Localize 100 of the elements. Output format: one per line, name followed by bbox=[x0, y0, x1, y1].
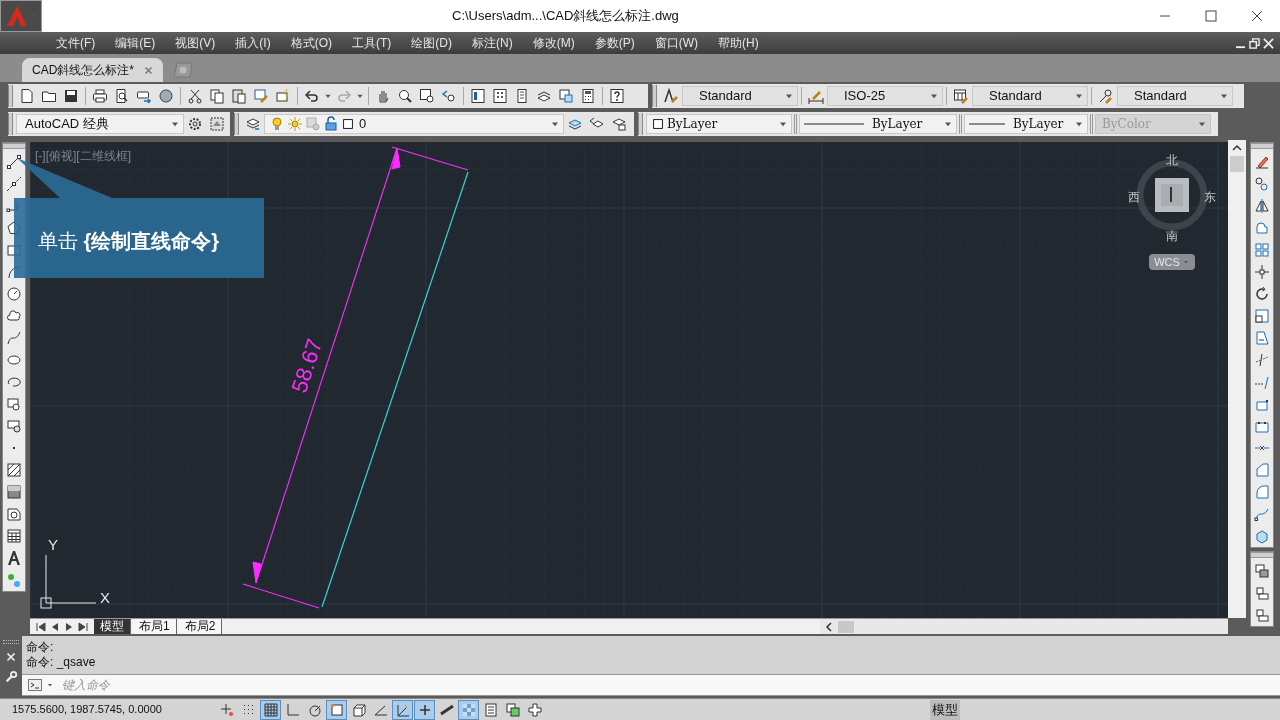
table-icon[interactable] bbox=[6, 528, 22, 544]
array-icon[interactable] bbox=[1254, 242, 1270, 258]
cloud-icon[interactable] bbox=[6, 308, 22, 324]
circles-icon[interactable] bbox=[1254, 176, 1270, 192]
first-tab-icon[interactable] bbox=[34, 619, 48, 634]
toolbar-grip[interactable] bbox=[8, 85, 13, 107]
layout-tab[interactable]: 布局2 bbox=[178, 619, 223, 634]
close-icon[interactable] bbox=[1249, 8, 1265, 24]
insert-block-icon[interactable] bbox=[6, 396, 22, 412]
linetype-dropdown[interactable]: ByLayer bbox=[799, 114, 957, 134]
vertical-scrollbar[interactable] bbox=[1228, 140, 1246, 618]
draw-order-front-icon[interactable] bbox=[1254, 607, 1270, 623]
lineweight-dropdown[interactable]: ByLayer bbox=[964, 114, 1088, 134]
table-style-dropdown[interactable]: Standard bbox=[972, 86, 1088, 106]
ellipse-arc-icon[interactable] bbox=[6, 374, 22, 390]
line-icon[interactable] bbox=[6, 154, 22, 170]
zoom-previous-icon[interactable] bbox=[441, 88, 457, 104]
preview-icon[interactable] bbox=[114, 88, 130, 104]
dimension-style-dropdown[interactable]: ISO-25 bbox=[827, 86, 943, 106]
layers-icon[interactable] bbox=[245, 116, 261, 132]
horizontal-scrollbar[interactable] bbox=[820, 619, 1228, 634]
restore-icon[interactable] bbox=[1249, 37, 1260, 49]
toolbar-grip[interactable] bbox=[652, 85, 657, 107]
scroll-thumb[interactable] bbox=[1230, 156, 1244, 172]
menu-item[interactable]: 绘图(D) bbox=[411, 34, 452, 52]
layout-tab[interactable]: 布局1 bbox=[133, 619, 177, 634]
document-icon[interactable] bbox=[19, 88, 35, 104]
palette-icon[interactable] bbox=[514, 88, 530, 104]
draw-order-front-icon[interactable] bbox=[1254, 585, 1270, 601]
last-tab-icon[interactable] bbox=[76, 619, 90, 634]
folder-icon[interactable] bbox=[41, 88, 57, 104]
calculator-icon[interactable] bbox=[580, 88, 596, 104]
construction-line-icon[interactable] bbox=[6, 176, 22, 192]
command-input-field[interactable]: 键入命令 bbox=[62, 676, 1280, 694]
extend-icon[interactable] bbox=[1254, 374, 1270, 390]
toolbar-grip[interactable] bbox=[1251, 143, 1273, 149]
edit-spline-icon[interactable] bbox=[1254, 506, 1270, 522]
viewcube-face[interactable] bbox=[1155, 178, 1189, 212]
toolbar-grip[interactable] bbox=[638, 113, 643, 135]
menu-item[interactable]: 工具(T) bbox=[352, 34, 392, 52]
fillet-icon[interactable] bbox=[1254, 484, 1270, 500]
hatch-icon[interactable] bbox=[6, 462, 22, 478]
menu-item[interactable]: 格式(O) bbox=[290, 34, 332, 52]
menu-item[interactable]: 参数(P) bbox=[594, 34, 635, 52]
menu-item[interactable]: 文件(F) bbox=[56, 34, 96, 52]
table-style-icon[interactable] bbox=[953, 88, 969, 104]
close-icon[interactable] bbox=[4, 650, 18, 664]
toolbar-grip[interactable] bbox=[1251, 552, 1273, 558]
rotate-icon[interactable] bbox=[1254, 286, 1270, 302]
status-toggle[interactable] bbox=[414, 699, 435, 720]
offset-icon[interactable] bbox=[1254, 220, 1270, 236]
layer-dropdown[interactable]: 0 bbox=[264, 114, 564, 134]
workspace-dropdown[interactable]: AutoCAD 经典 bbox=[16, 114, 184, 134]
gradient-icon[interactable] bbox=[6, 484, 22, 500]
toolbar-grip[interactable] bbox=[8, 113, 13, 135]
menu-item[interactable]: 标注(N) bbox=[472, 34, 513, 52]
menu-item[interactable]: 帮助(H) bbox=[718, 34, 759, 52]
panel-icon[interactable] bbox=[470, 88, 486, 104]
viewport-label[interactable]: [-][俯视][二维线框] bbox=[35, 147, 131, 165]
status-toggle[interactable] bbox=[260, 699, 281, 720]
scroll-thumb[interactable] bbox=[838, 620, 854, 633]
eraser-icon[interactable] bbox=[1254, 154, 1270, 170]
help-icon[interactable] bbox=[609, 88, 625, 104]
toolbar-grip[interactable] bbox=[234, 113, 239, 135]
maximize-icon[interactable] bbox=[1203, 8, 1219, 24]
coordinates-readout[interactable]: 1575.5600, 1987.5745, 0.0000 bbox=[0, 701, 216, 718]
explode-icon[interactable] bbox=[1254, 528, 1270, 544]
status-toggle[interactable] bbox=[458, 699, 479, 720]
toolbar-grip[interactable] bbox=[3, 143, 25, 149]
leader-style-icon[interactable] bbox=[1098, 88, 1114, 104]
mirror-icon[interactable] bbox=[1254, 198, 1270, 214]
block-edit-icon[interactable] bbox=[275, 88, 291, 104]
prompt-icon[interactable] bbox=[26, 677, 44, 693]
scale-icon[interactable] bbox=[1254, 308, 1270, 324]
leader-style-dropdown[interactable]: Standard bbox=[1117, 86, 1233, 106]
status-toggle[interactable] bbox=[326, 699, 347, 720]
plot-icon[interactable] bbox=[136, 88, 152, 104]
zoom-window-icon[interactable] bbox=[419, 88, 435, 104]
undo-icon[interactable] bbox=[304, 88, 320, 104]
document-tab[interactable]: CAD斜线怎么标注* bbox=[22, 58, 163, 82]
stretch-icon[interactable] bbox=[1254, 330, 1270, 346]
menu-item[interactable]: 修改(M) bbox=[532, 34, 575, 52]
paintbrush-icon[interactable] bbox=[253, 88, 269, 104]
menu-item[interactable]: 窗口(W) bbox=[654, 34, 698, 52]
scroll-left-icon[interactable] bbox=[823, 620, 835, 633]
menu-item[interactable]: 视图(V) bbox=[175, 34, 216, 52]
chamfer-icon[interactable] bbox=[1254, 462, 1270, 478]
command-line-bar[interactable]: 键入命令 bbox=[22, 674, 1280, 696]
copy-icon[interactable] bbox=[209, 88, 225, 104]
clipboard-icon[interactable] bbox=[231, 88, 247, 104]
status-toggle[interactable] bbox=[392, 699, 413, 720]
text-icon[interactable] bbox=[6, 550, 22, 566]
text-style-icon[interactable] bbox=[663, 88, 679, 104]
application-menu-button[interactable] bbox=[0, 0, 42, 32]
model-space-button[interactable]: 模型 bbox=[930, 699, 960, 720]
circle-icon[interactable] bbox=[6, 286, 22, 302]
gear-icon[interactable] bbox=[187, 116, 203, 132]
region-icon[interactable] bbox=[6, 506, 22, 522]
layer-state-icon[interactable] bbox=[611, 116, 627, 132]
menu-item[interactable]: 编辑(E) bbox=[115, 34, 156, 52]
